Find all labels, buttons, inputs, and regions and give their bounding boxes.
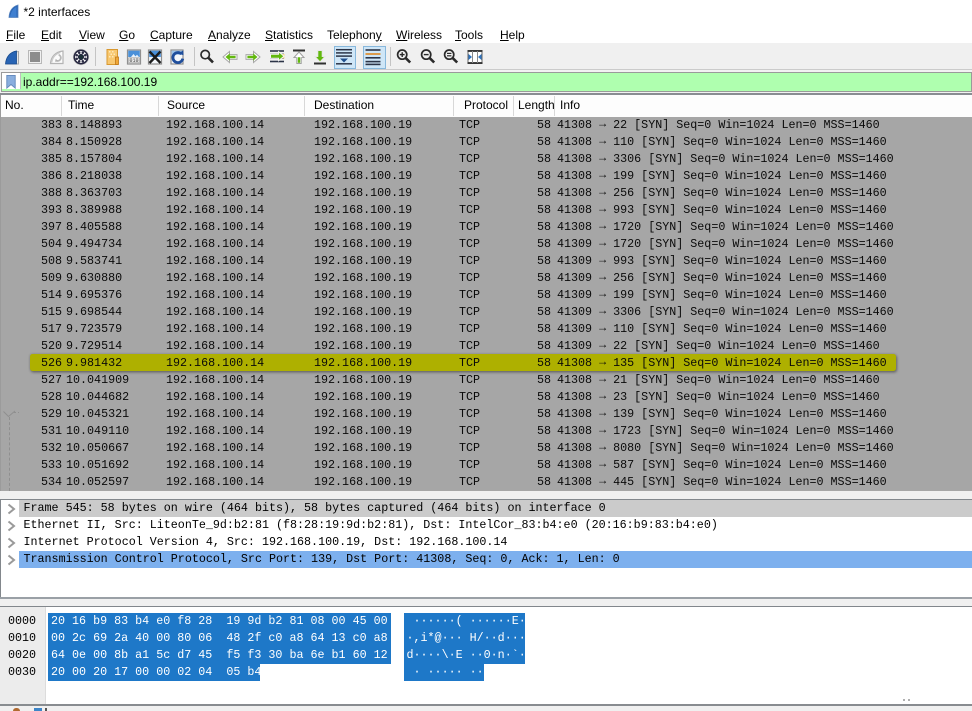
svg-text:010: 010 — [129, 58, 138, 64]
